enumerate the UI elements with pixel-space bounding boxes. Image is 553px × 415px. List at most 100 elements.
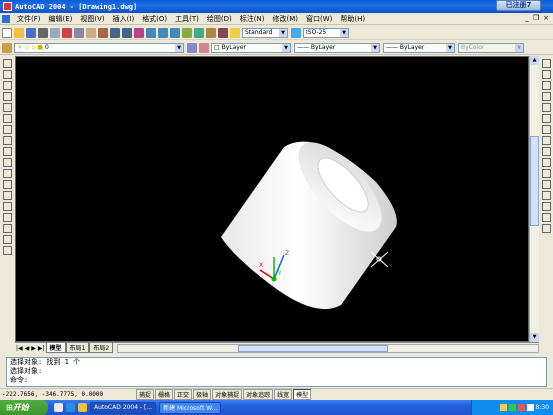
horizontal-scroll-thumb[interactable] (238, 344, 389, 352)
menu-view[interactable]: 视图(V) (76, 14, 108, 24)
menu-format[interactable]: 格式(O) (138, 14, 171, 24)
close-button[interactable]: × (543, 14, 549, 22)
ellipse-arc-icon[interactable] (2, 169, 12, 178)
model-toggle[interactable]: 模型 (293, 388, 312, 400)
text-style-icon[interactable] (230, 27, 240, 38)
chevron-down-icon[interactable]: ▼ (340, 28, 348, 37)
copy-object-icon[interactable] (541, 70, 551, 79)
first-tab-icon[interactable]: |◀ (16, 345, 23, 352)
show-desktop-icon[interactable] (54, 403, 63, 412)
circle-icon[interactable] (2, 125, 12, 134)
polygon-icon[interactable] (2, 92, 12, 101)
taskbar-item-autocad[interactable]: AutoCAD 2004 - [... (90, 401, 157, 414)
undo-icon[interactable] (110, 27, 120, 38)
preview-icon[interactable] (50, 27, 60, 38)
autocad-app-icon[interactable] (3, 2, 12, 11)
last-tab-icon[interactable]: ▶| (38, 345, 45, 352)
grid-toggle[interactable]: 栅格 (155, 388, 174, 400)
tab-layout2[interactable]: 布局2 (89, 343, 114, 353)
menu-window[interactable]: 窗口(W) (302, 14, 336, 24)
explorer-icon[interactable] (78, 403, 87, 412)
chevron-down-icon[interactable]: ▼ (175, 43, 183, 52)
command-prompt[interactable]: 命令: (10, 376, 546, 385)
layer-select[interactable]: ☀ ○ ▫ ■ 0 ▼ (14, 42, 184, 53)
break-icon[interactable] (541, 191, 551, 200)
menu-edit[interactable]: 编辑(E) (45, 14, 77, 24)
osnap-toggle[interactable]: 对象捕捉 (212, 388, 243, 400)
tray-icon[interactable] (508, 404, 516, 411)
revision-cloud-icon[interactable] (2, 136, 12, 145)
chevron-down-icon[interactable]: ▼ (446, 43, 454, 52)
designcenter-icon[interactable] (194, 27, 204, 38)
chamfer-icon[interactable] (541, 202, 551, 211)
prev-tab-icon[interactable]: ◀ (25, 345, 30, 352)
dim-style-icon[interactable] (291, 27, 301, 38)
coordinate-readout[interactable]: -222.7656, -346.7775, 0.0000 (0, 391, 136, 398)
layer-manager-icon[interactable] (2, 42, 12, 53)
chevron-down-icon[interactable]: ▼ (282, 43, 290, 52)
make-current-layer-icon[interactable] (187, 42, 197, 53)
explode-icon[interactable] (541, 224, 551, 233)
ellipse-icon[interactable] (2, 158, 12, 167)
construction-line-icon[interactable] (2, 70, 12, 79)
taskbar-item-word[interactable]: 新建 Microsoft W... (159, 401, 222, 414)
print-icon[interactable] (38, 27, 48, 38)
make-block-icon[interactable] (2, 191, 12, 200)
horizontal-scrollbar[interactable] (117, 343, 539, 353)
next-tab-icon[interactable]: ▶ (31, 345, 36, 352)
start-button[interactable]: ⊞ 开始 (0, 400, 48, 415)
color-select[interactable]: □ ByLayer ▼ (211, 42, 291, 53)
zoom-window-icon[interactable] (158, 27, 168, 38)
mirror-icon[interactable] (541, 81, 551, 90)
properties-icon[interactable] (182, 27, 192, 38)
tray-icon[interactable] (517, 404, 525, 411)
line-icon[interactable] (2, 59, 12, 68)
stretch-icon[interactable] (541, 147, 551, 156)
erase-icon[interactable] (541, 59, 551, 68)
zoom-previous-icon[interactable] (170, 27, 180, 38)
tab-layout1[interactable]: 布局1 (65, 343, 90, 353)
mtext-icon[interactable] (2, 246, 12, 255)
chevron-down-icon[interactable]: ▼ (371, 43, 379, 52)
pan-icon[interactable] (134, 27, 144, 38)
linetype-select[interactable]: —— ByLayer ▼ (294, 42, 380, 53)
offset-icon[interactable] (541, 92, 551, 101)
help-icon[interactable] (218, 27, 228, 38)
document-icon[interactable] (2, 14, 10, 23)
rotate-icon[interactable] (541, 125, 551, 134)
menu-insert[interactable]: 插入(I) (109, 14, 139, 24)
array-icon[interactable] (541, 103, 551, 112)
restore-button[interactable]: ❐ (533, 14, 539, 22)
fillet-icon[interactable] (541, 213, 551, 222)
open-icon[interactable] (14, 27, 24, 38)
menu-modify[interactable]: 修改(M) (268, 14, 302, 24)
break-at-point-icon[interactable] (541, 180, 551, 189)
lineweight-toggle[interactable]: 线宽 (274, 388, 293, 400)
polyline-icon[interactable] (2, 81, 12, 90)
redo-icon[interactable] (122, 27, 132, 38)
scroll-down-icon[interactable]: ▼ (530, 333, 539, 342)
hatch-icon[interactable] (2, 213, 12, 222)
ime-badge[interactable]: 已注册7 (496, 0, 541, 11)
new-icon[interactable] (2, 27, 12, 38)
tray-icon[interactable] (499, 404, 507, 411)
table-icon[interactable] (2, 235, 12, 244)
menu-draw[interactable]: 绘图(D) (203, 14, 236, 24)
cut-icon[interactable] (62, 27, 72, 38)
zoom-realtime-icon[interactable] (146, 27, 156, 38)
rectangle-icon[interactable] (2, 103, 12, 112)
arc-icon[interactable] (2, 114, 12, 123)
lineweight-select[interactable]: —— ByLayer ▼ (383, 42, 455, 53)
polar-toggle[interactable]: 极轴 (193, 388, 212, 400)
vertical-scroll-thumb[interactable] (530, 136, 539, 226)
dim-style-select[interactable]: ISO-25 ▼ (303, 27, 349, 38)
internet-explorer-icon[interactable] (66, 403, 75, 412)
menu-dimension[interactable]: 标注(N) (236, 14, 269, 24)
clock[interactable]: 8:30 (536, 404, 549, 411)
extend-icon[interactable] (541, 169, 551, 178)
copy-icon[interactable] (74, 27, 84, 38)
trim-icon[interactable] (541, 158, 551, 167)
paste-icon[interactable] (86, 27, 96, 38)
menu-tools[interactable]: 工具(T) (171, 14, 203, 24)
point-icon[interactable] (2, 202, 12, 211)
